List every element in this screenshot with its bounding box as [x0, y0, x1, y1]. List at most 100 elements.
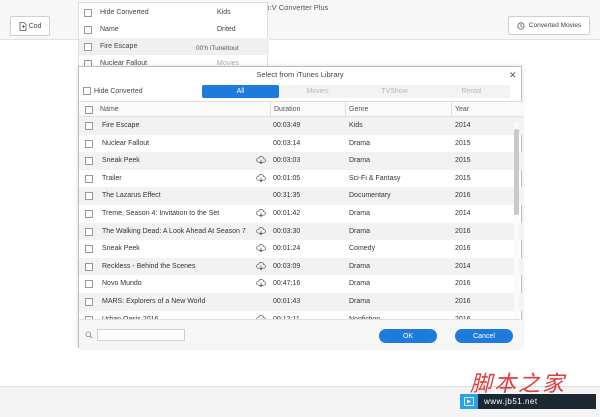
tab-movies[interactable]: Movies — [279, 85, 356, 98]
row-checkbox[interactable] — [85, 122, 93, 130]
row-checkbox[interactable] — [85, 209, 93, 218]
col-genre[interactable]: Genre — [349, 106, 368, 113]
row-checkbox[interactable] — [85, 157, 93, 166]
search-area — [85, 329, 185, 341]
add-button[interactable]: Cod — [10, 16, 50, 36]
table-row[interactable]: MARS: Explorers of a New World 00:01:43 Dr… — [79, 292, 523, 311]
cell-genre: Drama — [349, 280, 371, 288]
column-divider — [345, 102, 346, 117]
col-year[interactable]: Year — [455, 106, 469, 113]
ghost-list: Hide Converted Kids Name Drited Fire Esc… — [78, 2, 269, 74]
hide-converted-checkbox[interactable] — [83, 87, 91, 95]
cell-name: Sneak Peek — [102, 245, 140, 253]
cloud-download-icon[interactable] — [256, 278, 266, 288]
column-divider — [270, 102, 271, 117]
table-row[interactable]: Treme, Season 4: Invitation to the Set 00… — [79, 205, 523, 223]
ok-button[interactable]: OK — [379, 329, 437, 343]
watermark-url: www.jb51.net — [484, 397, 538, 406]
ghost-hide-label: Hide Converted — [100, 9, 149, 16]
hide-converted-label: Hide Converted — [94, 87, 143, 95]
cell-duration: 00:01:24 — [273, 245, 301, 253]
cancel-button[interactable]: Cancel — [455, 329, 513, 343]
cell-genre: Drama — [349, 297, 371, 305]
cloud-download-icon[interactable] — [256, 208, 266, 218]
scrollbar[interactable] — [514, 122, 519, 322]
ghost-name-label: Name — [100, 26, 119, 33]
cloud-download-icon[interactable] — [256, 173, 266, 183]
search-input[interactable] — [97, 329, 185, 341]
tab-all[interactable]: All — [202, 85, 279, 98]
cell-year: 2016 — [455, 280, 471, 288]
select-all-checkbox[interactable] — [85, 106, 93, 114]
tab-tvshow[interactable]: TVShow — [356, 85, 433, 98]
cell-year: 2014 — [455, 209, 471, 217]
search-icon — [85, 331, 93, 339]
cell-year: 2014 — [455, 262, 471, 270]
column-divider — [451, 102, 452, 117]
row-checkbox[interactable] — [85, 280, 93, 289]
scrollbar-thumb[interactable] — [514, 129, 519, 215]
ghost-header: Name Drited — [79, 21, 269, 38]
ghost-checkbox — [84, 8, 92, 17]
table-row[interactable]: Nuclear Fallout 00:03:14 Drama 2015 — [79, 135, 523, 153]
close-icon[interactable]: ✕ — [509, 70, 517, 81]
hide-converted-toggle[interactable]: Hide Converted — [83, 87, 143, 95]
cell-genre: Drama — [349, 209, 371, 217]
watermark-logo-icon — [460, 394, 478, 409]
history-icon — [517, 21, 525, 30]
row-checkbox[interactable] — [85, 297, 93, 306]
cell-name: Treme, Season 4: Invitation to the Set — [102, 209, 220, 217]
cell-duration: 00:31:35 — [273, 192, 301, 200]
library-table: Name Duration Genre Year Fire Escape 00:0… — [79, 101, 523, 335]
ghost-drited-label: Drited — [217, 26, 236, 33]
cell-name: MARS: Explorers of a New World — [102, 297, 206, 305]
row-checkbox[interactable] — [85, 174, 93, 183]
table-row[interactable]: Sneak Peek 00:01:24 Comedy 2016 — [79, 240, 523, 258]
ghost-checkbox — [84, 25, 92, 34]
cell-genre: Sci-Fi & Fantasy — [349, 174, 401, 182]
add-file-icon — [19, 21, 26, 31]
table-body: Fire Escape 00:03:49 Kids 2014 Nuclear Fallo… — [79, 117, 523, 335]
cell-name: Fire Escape — [102, 122, 140, 129]
table-row[interactable]: Sneak Peek 00:03:03 Drama 2015 — [79, 152, 523, 170]
row-checkbox[interactable] — [85, 227, 93, 236]
cell-name: Trailer — [102, 174, 122, 182]
tab-rental[interactable]: Rental — [433, 85, 510, 98]
cell-genre: Drama — [349, 262, 371, 270]
converted-movies-button[interactable]: Converted Movies — [508, 16, 590, 35]
cell-year: 2015 — [455, 174, 471, 182]
ghost-row-name: Fire Escape — [100, 43, 138, 50]
cell-name: Sneak Peek — [102, 157, 140, 165]
cell-year: 2016 — [455, 192, 471, 200]
cell-genre: Kids — [349, 122, 363, 129]
col-duration[interactable]: Duration — [274, 106, 300, 113]
row-checkbox[interactable] — [85, 192, 93, 201]
table-row[interactable]: Trailer 00:01:05 Sci-Fi & Fantasy 2015 — [79, 170, 523, 188]
ghost-hide-converted: Hide Converted Kids — [79, 4, 269, 21]
table-header: Name Duration Genre Year — [79, 101, 523, 117]
table-row[interactable]: Novo Mundo 00:47:16 Drama 2016 — [79, 275, 523, 293]
cell-name: Nuclear Fallout — [102, 139, 150, 147]
cell-year: 2016 — [455, 227, 471, 235]
table-row[interactable]: The Walking Dead: A Look Ahead At Season… — [79, 222, 523, 241]
cloud-download-icon[interactable] — [256, 226, 266, 236]
cloud-download-icon[interactable] — [256, 243, 266, 253]
row-checkbox[interactable] — [85, 245, 93, 254]
table-row[interactable]: Fire Escape 00:03:49 Kids 2014 — [79, 117, 523, 135]
table-row[interactable]: The Lazarus Effect 00:31:35 Documentary 201… — [79, 187, 523, 205]
col-name[interactable]: Name — [100, 106, 119, 113]
row-checkbox[interactable] — [85, 262, 93, 271]
cell-genre: Comedy — [349, 245, 376, 253]
cell-year: 2014 — [455, 122, 471, 129]
cell-genre: Drama — [349, 139, 371, 147]
converted-movies-label: Converted Movies — [528, 22, 582, 29]
table-row[interactable]: Reckless - Behind the Scenes 00:03:09 Dram… — [79, 257, 523, 276]
add-button-label: Cod — [28, 22, 42, 30]
cell-duration: 00:03:09 — [273, 262, 301, 270]
cloud-download-icon[interactable] — [256, 155, 266, 165]
cloud-download-icon[interactable] — [256, 261, 266, 271]
cell-genre: Drama — [349, 227, 371, 235]
category-tabs: All Movies TVShow Rental — [202, 85, 510, 98]
row-checkbox[interactable] — [85, 139, 93, 148]
cell-genre: Documentary — [349, 192, 391, 200]
